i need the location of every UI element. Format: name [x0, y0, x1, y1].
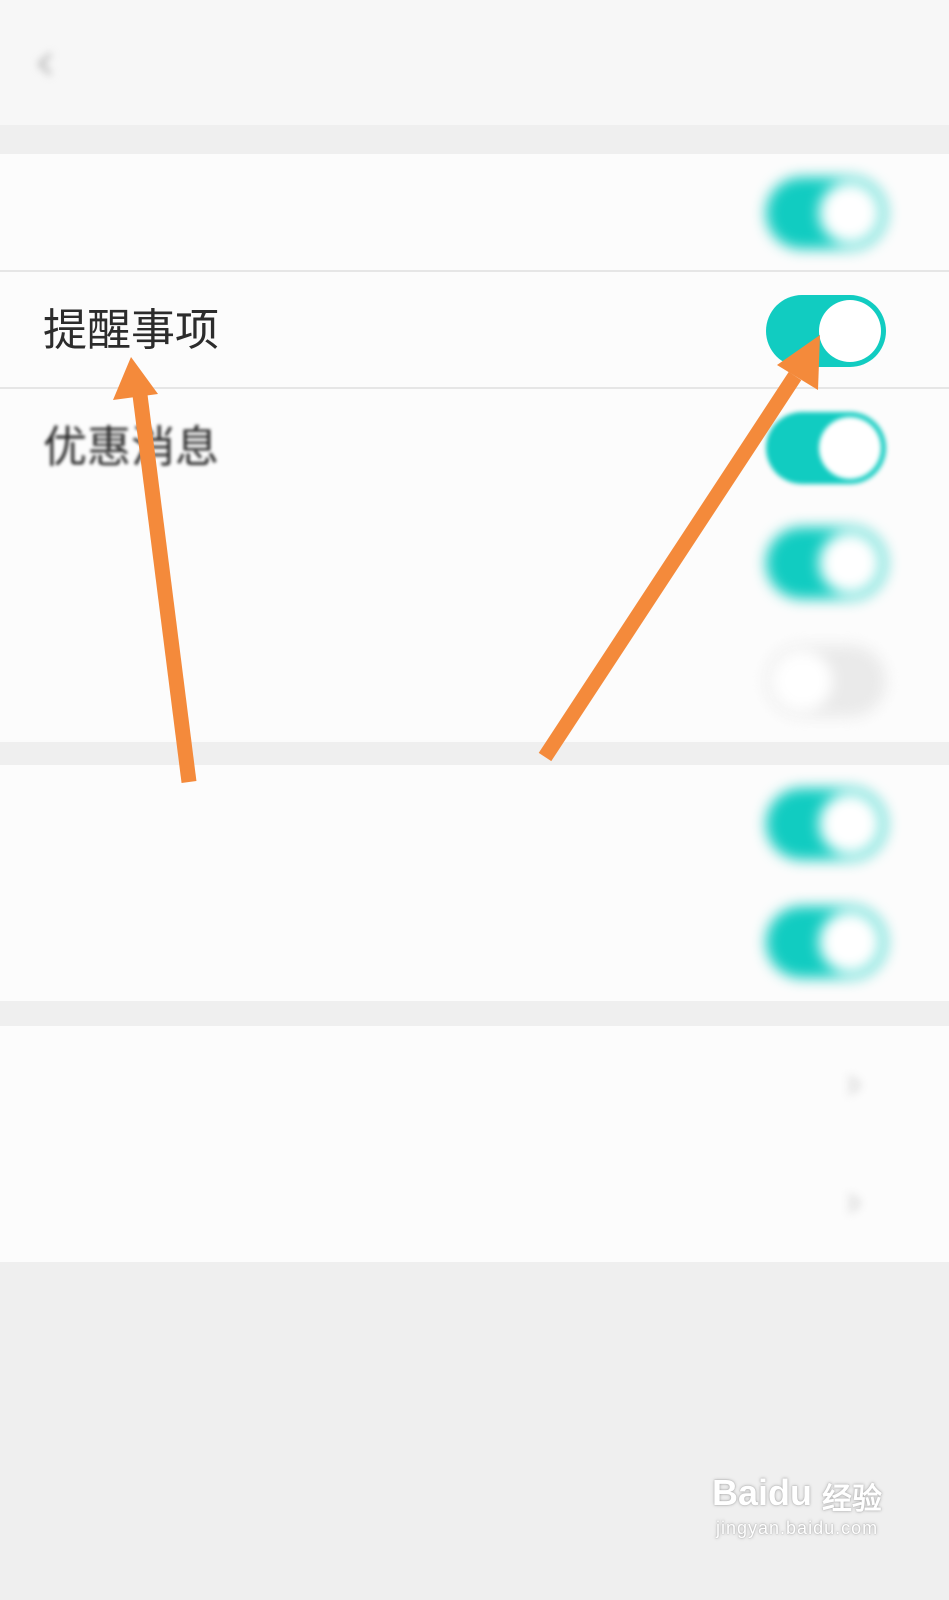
annotation-arrow-right [538, 335, 820, 762]
annotation-arrows [113, 335, 820, 783]
annotation-arrow-left [113, 357, 197, 783]
watermark-url: jingyan.baidu.com [716, 1518, 879, 1538]
watermark-logo: Baidu [712, 1472, 813, 1513]
baidu-watermark: Baidu 经验 jingyan.baidu.com [712, 1462, 912, 1552]
watermark-subtitle: 经验 [822, 1483, 882, 1516]
